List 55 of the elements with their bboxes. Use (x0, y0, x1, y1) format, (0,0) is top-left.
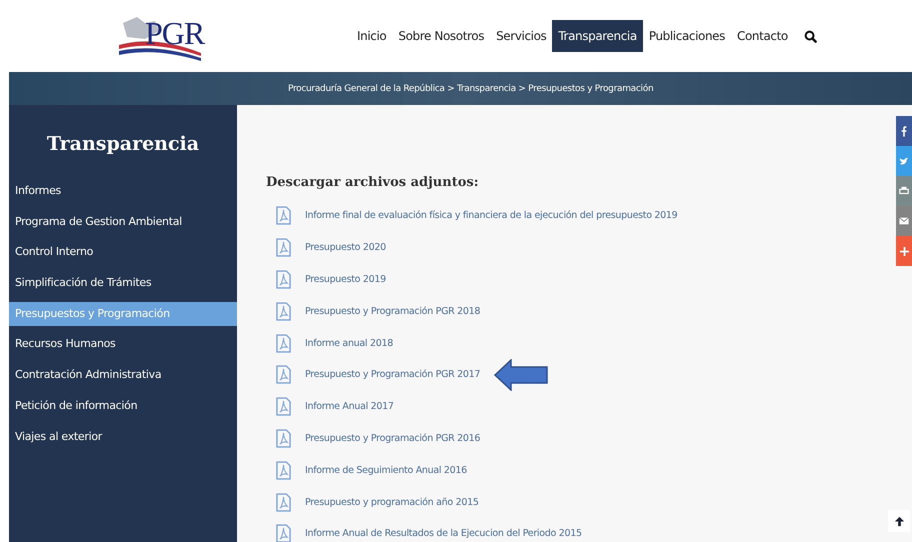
print-icon (899, 186, 909, 196)
mail-icon (899, 217, 909, 225)
sidebar-item[interactable]: Viajes al exterior (9, 424, 237, 448)
pdf-file-icon[interactable] (276, 524, 291, 542)
file-link[interactable]: Presupuesto y Programación PGR 2018 (305, 306, 480, 317)
nav-link[interactable]: Publicaciones (642, 20, 732, 52)
file-link[interactable]: Informe Anual de Resultados de la Ejecucion del Periodo 2015 (305, 528, 582, 540)
pdf-file-icon[interactable] (276, 238, 291, 258)
sidebar-item[interactable]: Contratación Administrativa (9, 363, 237, 388)
pdf-file-icon[interactable] (276, 460, 291, 480)
file-link[interactable]: Presupuesto 2020 (305, 242, 386, 254)
twitter-share-button[interactable] (896, 146, 912, 176)
nav-link[interactable]: Contacto (731, 20, 794, 52)
pdf-file-icon[interactable] (276, 302, 291, 321)
search-icon[interactable] (804, 30, 817, 42)
pdf-file-icon[interactable] (276, 206, 291, 226)
logo[interactable]: PGR (115, 11, 210, 61)
pdf-file-icon[interactable] (276, 428, 291, 448)
sidebar-item[interactable]: Informes (9, 179, 237, 203)
pdf-file-icon[interactable] (276, 365, 291, 384)
plus-icon (900, 246, 908, 256)
sidebar-item[interactable]: Petición de información (9, 394, 237, 418)
pdf-file-icon[interactable] (276, 397, 291, 416)
section-heading: Descargar archivos adjuntos: (266, 175, 480, 190)
file-link[interactable]: Informe Anual 2017 (305, 401, 394, 412)
bird-icon (899, 156, 909, 166)
breadcrumb: Procuraduría General de la República > Transparencia > Presupuestos y Programación (288, 84, 654, 94)
mail-share-button[interactable] (896, 206, 912, 236)
plus-share-button[interactable] (896, 236, 912, 266)
pdf-file-icon[interactable] (276, 270, 291, 289)
file-link[interactable]: Presupuesto 2019 (305, 274, 386, 285)
sidebar-item[interactable]: Control Interno (9, 240, 237, 264)
back-to-top-button[interactable] (888, 510, 910, 532)
nav-link[interactable]: Transparencia (552, 20, 643, 52)
sidebar-title: Transparencia (46, 133, 200, 155)
up-arrow-icon (894, 516, 904, 526)
sidebar-item[interactable]: Simplificación de Trámites (9, 271, 237, 296)
nav-link[interactable]: Servicios (490, 20, 552, 52)
file-link[interactable]: Presupuesto y Programación PGR 2016 (305, 432, 480, 444)
logo-text: PGR (145, 15, 204, 52)
file-link[interactable]: Informe anual 2018 (305, 338, 393, 349)
print-share-button[interactable] (896, 176, 912, 206)
left-arrow-icon (494, 358, 548, 391)
pdf-file-icon[interactable] (276, 334, 291, 353)
file-link[interactable]: Informe de Seguimiento Anual 2016 (305, 464, 467, 476)
file-link[interactable]: Informe final de evaluación física y financiera de la ejecución del presupuesto 2019 (305, 210, 678, 222)
sidebar-item[interactable]: Programa de Gestion Ambiental (9, 210, 237, 234)
file-link[interactable]: Presupuesto y programación año 2015 (305, 496, 479, 508)
nav-link[interactable]: Inicio (351, 20, 392, 52)
sidebar-item[interactable]: Recursos Humanos (9, 332, 237, 356)
nav-link[interactable]: Sobre Nosotros (392, 20, 490, 52)
file-link[interactable]: Presupuesto y Programación PGR 2017 (305, 369, 480, 380)
facebook-icon (900, 125, 908, 137)
pdf-file-icon[interactable] (276, 492, 291, 512)
facebook-share-button[interactable] (896, 116, 912, 146)
